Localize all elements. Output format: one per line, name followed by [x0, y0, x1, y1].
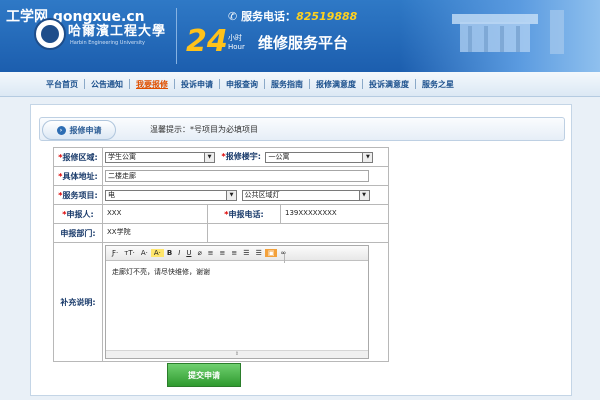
submit-button[interactable]: 提交申请	[167, 363, 241, 387]
nav-home[interactable]: 平台首页	[40, 79, 84, 90]
ordered-list-icon[interactable]: ☰	[240, 249, 252, 257]
nav-guide[interactable]: 服务指南	[265, 79, 309, 90]
nav-request-repair[interactable]: 我要报修	[130, 79, 174, 90]
service-item-select[interactable]: 电 ▼	[105, 189, 237, 201]
nav-service-star[interactable]: 服务之星	[416, 79, 460, 90]
service-phone-label: 服务电话：	[241, 10, 297, 23]
service-subitem-select[interactable]: 公共区域灯 ▼	[241, 189, 370, 201]
hours-unit: 小时 Hour	[228, 34, 245, 52]
chevron-down-icon: ▼	[226, 190, 236, 200]
phone-input[interactable]: 139XXXXXXXX	[283, 208, 383, 220]
repair-form: *报修区域: 学生公寓 ▼ *报修楼宇: 一公寓 ▼ *具体地址: 二楼走廊 *服务…	[53, 147, 389, 362]
chevron-down-icon: ▼	[358, 190, 369, 200]
nav-complaint-satisfaction[interactable]: 投诉满意度	[363, 79, 415, 90]
site-header: 工学网 gongxue.cn 哈爾濱工程大學 Harbin Engineerin…	[0, 0, 600, 72]
repair-panel: › 报修申请 温馨提示：*号项目为必填项目 *报修区域: 学生公寓 ▼ *报修楼宇…	[30, 104, 572, 396]
reporter-label: 申报人:	[66, 209, 94, 219]
phone-label: 申报电话:	[228, 209, 264, 219]
university-name: 哈爾濱工程大學	[68, 24, 167, 39]
notes-editor: Ƒ· тT· A· A· B I U ⌀ ≡ ≡ ≡ ☰ ☰ ▣ ∞ 走廊灯不亮…	[105, 245, 369, 359]
font-size-button[interactable]: тT·	[121, 249, 138, 257]
address-input[interactable]: 二楼走廊	[105, 170, 369, 182]
nav-query[interactable]: 申报查询	[220, 79, 264, 90]
erase-format-icon[interactable]: ⌀	[194, 249, 204, 257]
nav-notices[interactable]: 公告通知	[85, 79, 129, 90]
highlight-button[interactable]: A·	[150, 249, 164, 257]
notes-textarea[interactable]: 走廊灯不亮，请尽快维修，谢谢	[106, 261, 368, 283]
dept-input[interactable]: XX学院	[105, 227, 201, 239]
dept-label-cell: 申报部门:	[53, 223, 103, 243]
bold-button[interactable]: B	[164, 249, 175, 257]
campus-building-image	[400, 0, 600, 72]
align-left-icon[interactable]: ≡	[205, 249, 217, 257]
panel-tabbar: › 报修申请 温馨提示：*号项目为必填项目	[39, 117, 565, 141]
align-right-icon[interactable]: ≡	[228, 249, 240, 257]
item-label: 服务项目:	[62, 190, 98, 200]
hours-unit-top: 小时	[228, 34, 242, 42]
align-center-icon[interactable]: ≡	[217, 249, 229, 257]
university-logo	[34, 18, 66, 50]
phone-label-cell: *申报电话:	[207, 204, 281, 224]
notes-label-cell: 补充说明:	[53, 242, 103, 362]
chevron-down-icon: ▼	[362, 152, 373, 162]
hours-number: 24	[186, 24, 228, 59]
phone-icon: ✆	[228, 10, 238, 23]
font-family-button[interactable]: Ƒ·	[109, 249, 121, 257]
nav-repair-satisfaction[interactable]: 报修满意度	[310, 79, 362, 90]
platform-title: 维修服务平台	[258, 34, 349, 52]
nav-complaint[interactable]: 投诉申请	[175, 79, 219, 90]
hours-unit-bottom: Hour	[228, 43, 245, 51]
reporter-input[interactable]: XXX	[105, 208, 201, 220]
area-label: 报修区域:	[62, 152, 98, 162]
building-select[interactable]: 一公寓 ▼	[265, 151, 374, 163]
italic-button[interactable]: I	[175, 249, 183, 257]
service-phone: ✆ 服务电话：82519888	[228, 8, 357, 24]
building-label: 报修楼宇:	[225, 152, 261, 162]
main-nav: 平台首页 公告通知 我要报修 投诉申请 申报查询 服务指南 报修满意度 投诉满意…	[0, 72, 600, 97]
unordered-list-icon[interactable]: ☰	[253, 249, 265, 257]
university-name-en: Harbin Engineering University	[70, 40, 146, 46]
arrow-icon: ›	[56, 125, 66, 135]
dept-label: 申报部门:	[60, 228, 96, 238]
chevron-down-icon: ▼	[204, 152, 214, 162]
item-label-cell: *服务项目:	[53, 185, 103, 205]
font-color-button[interactable]: A·	[138, 249, 151, 257]
area-select[interactable]: 学生公寓 ▼	[105, 151, 215, 163]
resize-handle-icon[interactable]: ⇕	[106, 350, 368, 358]
tab-repair-request[interactable]: › 报修申请	[42, 120, 116, 140]
area-label-cell: *报修区域:	[53, 147, 103, 167]
address-label-cell: *具体地址:	[53, 166, 103, 186]
notes-label: 补充说明:	[60, 297, 96, 307]
image-icon[interactable]: ▣	[264, 249, 278, 257]
tab-repair-request-label: 报修申请	[69, 125, 102, 135]
service-phone-number: 82519888	[296, 10, 358, 23]
editor-toolbar: Ƒ· тT· A· A· B I U ⌀ ≡ ≡ ≡ ☰ ☰ ▣ ∞	[106, 246, 368, 263]
required-tip: 温馨提示：*号项目为必填项目	[150, 125, 258, 134]
address-label: 具体地址:	[62, 171, 98, 181]
underline-button[interactable]: U	[183, 249, 194, 257]
reporter-label-cell: *申报人:	[53, 204, 103, 224]
